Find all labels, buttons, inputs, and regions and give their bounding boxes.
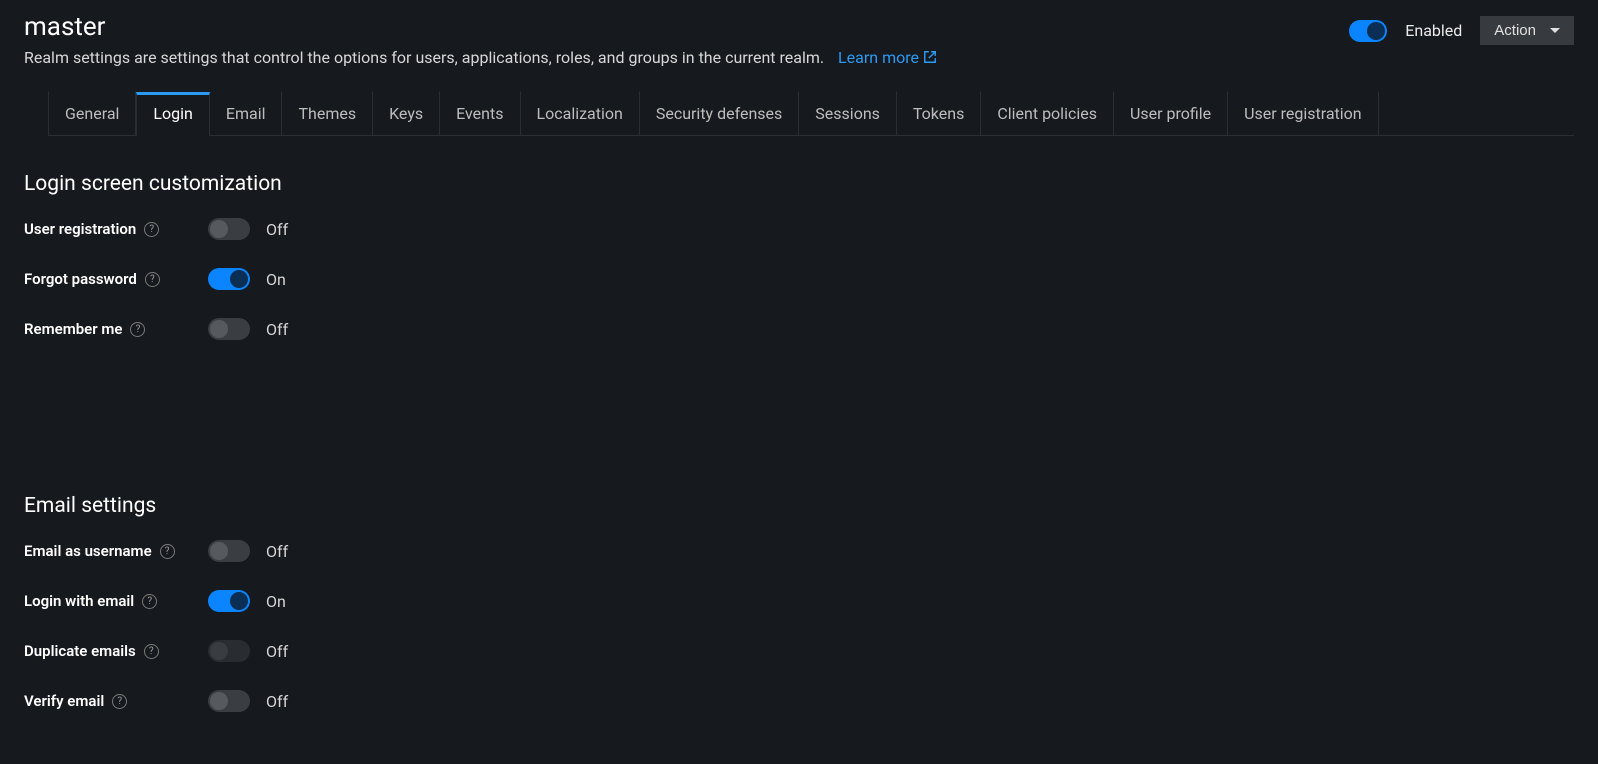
label-text: Duplicate emails	[24, 642, 136, 660]
title-block: master Realm settings are settings that …	[24, 12, 1349, 67]
page-title: master	[24, 12, 1349, 42]
tab-sessions[interactable]: Sessions	[799, 91, 897, 135]
switch-status-text: Off	[266, 220, 288, 239]
help-icon[interactable]: ?	[112, 694, 127, 709]
email-as-username-switch[interactable]	[208, 540, 250, 562]
form-row: Login with email? On	[24, 590, 1574, 612]
switch-status-text: Off	[266, 542, 288, 561]
switch-wrap: On	[208, 268, 286, 290]
help-icon[interactable]: ?	[144, 644, 159, 659]
tab-client-policies[interactable]: Client policies	[981, 91, 1114, 135]
form-label: Forgot password?	[24, 270, 184, 288]
page-description: Realm settings are settings that control…	[24, 48, 1349, 67]
tab-keys[interactable]: Keys	[373, 91, 440, 135]
form-row: Duplicate emails? Off	[24, 640, 1574, 662]
form-row: User registration? Off	[24, 218, 1574, 240]
section-title: Email settings	[24, 494, 1574, 518]
tab-themes[interactable]: Themes	[282, 91, 373, 135]
form-label: Remember me?	[24, 320, 184, 338]
tab-events[interactable]: Events	[440, 91, 520, 135]
tab-user-registration[interactable]: User registration	[1228, 91, 1379, 135]
switch-status-text: Off	[266, 320, 288, 339]
form-label: Login with email?	[24, 592, 184, 610]
verify-email-switch[interactable]	[208, 690, 250, 712]
tabs-nav: GeneralLoginEmailThemesKeysEventsLocaliz…	[48, 91, 1574, 136]
tab-general[interactable]: General	[48, 91, 136, 135]
tab-login[interactable]: Login	[136, 92, 209, 136]
switch-wrap: Off	[208, 318, 288, 340]
duplicate-emails-switch	[208, 640, 250, 662]
switch-status-text: Off	[266, 642, 288, 661]
user-registration-switch[interactable]	[208, 218, 250, 240]
label-text: Email as username	[24, 542, 152, 560]
realm-enabled-switch[interactable]	[1349, 20, 1387, 42]
remember-me-switch[interactable]	[208, 318, 250, 340]
learn-more-text: Learn more	[838, 48, 919, 67]
forgot-password-switch[interactable]	[208, 268, 250, 290]
switch-status-text: Off	[266, 692, 288, 711]
switch-wrap: Off	[208, 218, 288, 240]
header-controls: Enabled Action	[1349, 16, 1574, 45]
realm-enabled-switch-wrap	[1349, 20, 1387, 42]
tab-localization[interactable]: Localization	[521, 91, 640, 135]
switch-status-text: On	[266, 270, 286, 289]
label-text: Login with email	[24, 592, 134, 610]
form-row: Email as username? Off	[24, 540, 1574, 562]
action-button-label: Action	[1494, 22, 1536, 39]
tab-security-defenses[interactable]: Security defenses	[640, 91, 799, 135]
section-spacer	[24, 368, 1574, 458]
action-dropdown-button[interactable]: Action	[1480, 16, 1574, 45]
form-row: Remember me? Off	[24, 318, 1574, 340]
sections-container: Login screen customization User registrat…	[24, 172, 1574, 712]
form-label: Duplicate emails?	[24, 642, 184, 660]
switch-wrap: Off	[208, 690, 288, 712]
help-icon[interactable]: ?	[144, 222, 159, 237]
form-label: User registration?	[24, 220, 184, 238]
form-row: Verify email? Off	[24, 690, 1574, 712]
help-icon[interactable]: ?	[160, 544, 175, 559]
tab-email[interactable]: Email	[210, 91, 283, 135]
help-icon[interactable]: ?	[142, 594, 157, 609]
form-label: Verify email?	[24, 692, 184, 710]
learn-more-link[interactable]: Learn more	[838, 48, 937, 67]
label-text: Verify email	[24, 692, 104, 710]
label-text: Remember me	[24, 320, 122, 338]
switch-wrap: Off	[208, 640, 288, 662]
form-label: Email as username?	[24, 542, 184, 560]
help-icon[interactable]: ?	[145, 272, 160, 287]
page-header: master Realm settings are settings that …	[24, 12, 1574, 67]
label-text: Forgot password	[24, 270, 137, 288]
tab-tokens[interactable]: Tokens	[897, 91, 981, 135]
login-with-email-switch[interactable]	[208, 590, 250, 612]
caret-down-icon	[1550, 28, 1560, 33]
switch-wrap: On	[208, 590, 286, 612]
label-text: User registration	[24, 220, 136, 238]
section-title: Login screen customization	[24, 172, 1574, 196]
help-icon[interactable]: ?	[130, 322, 145, 337]
external-link-icon	[923, 48, 937, 67]
description-text: Realm settings are settings that control…	[24, 48, 824, 67]
form-row: Forgot password? On	[24, 268, 1574, 290]
switch-status-text: On	[266, 592, 286, 611]
tab-user-profile[interactable]: User profile	[1114, 91, 1228, 135]
switch-wrap: Off	[208, 540, 288, 562]
realm-enabled-label: Enabled	[1405, 21, 1462, 40]
